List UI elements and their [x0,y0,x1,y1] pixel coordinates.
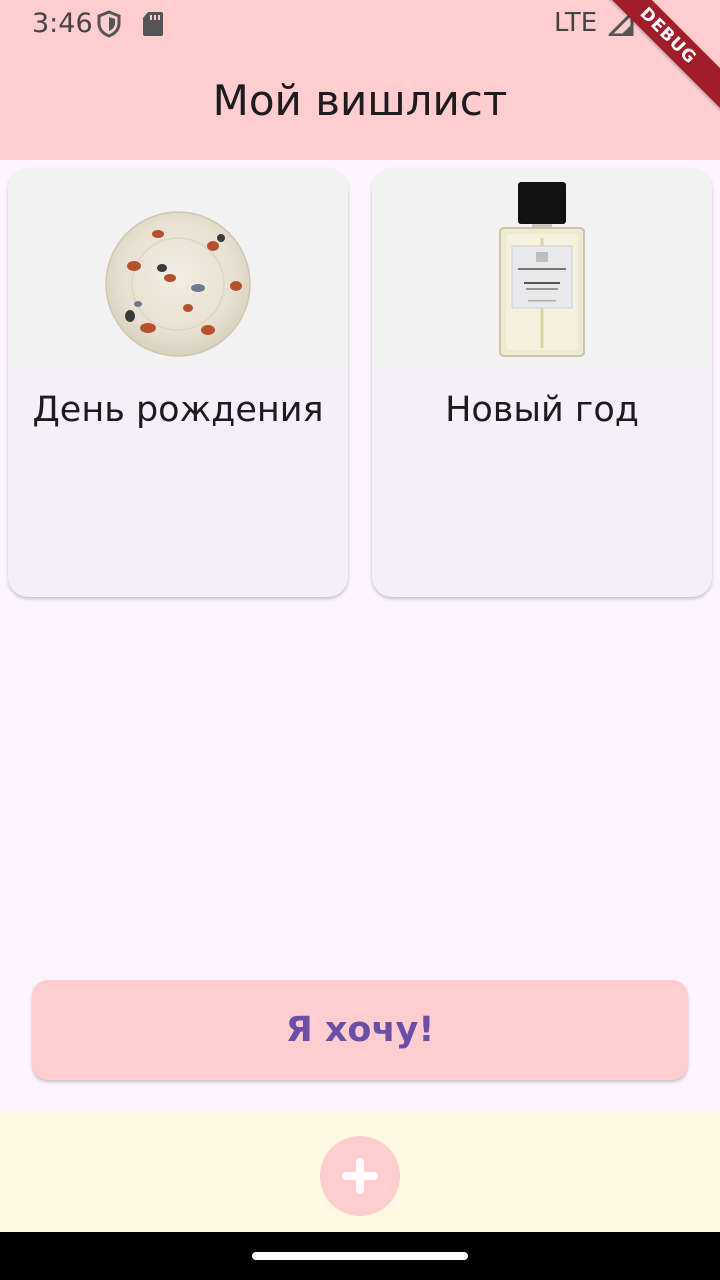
app-header: 3:46 LTE DEBUG Мой вишлист [0,0,720,160]
sd-card-icon [142,11,164,42]
wishlist-title: Новый год [445,390,639,430]
home-indicator[interactable] [252,1252,468,1260]
want-button[interactable]: Я хочу! [32,980,688,1080]
system-nav-bar [0,1232,720,1280]
wishlist-card[interactable]: Новый год [372,168,712,597]
shield-icon [96,10,122,43]
bottom-bar [0,1112,720,1232]
page-title: Мой вишлист [212,76,508,125]
status-bar: 3:46 LTE DEBUG [0,0,720,117]
status-time: 3:46 [32,8,93,39]
perfume-image [372,168,712,368]
wishlist-title: День рождения [32,390,324,430]
wishlist-card[interactable]: День рождения [8,168,348,597]
plus-icon [342,1158,378,1194]
add-button[interactable] [320,1136,400,1216]
network-type: LTE [554,8,598,38]
plate-image [8,168,348,368]
